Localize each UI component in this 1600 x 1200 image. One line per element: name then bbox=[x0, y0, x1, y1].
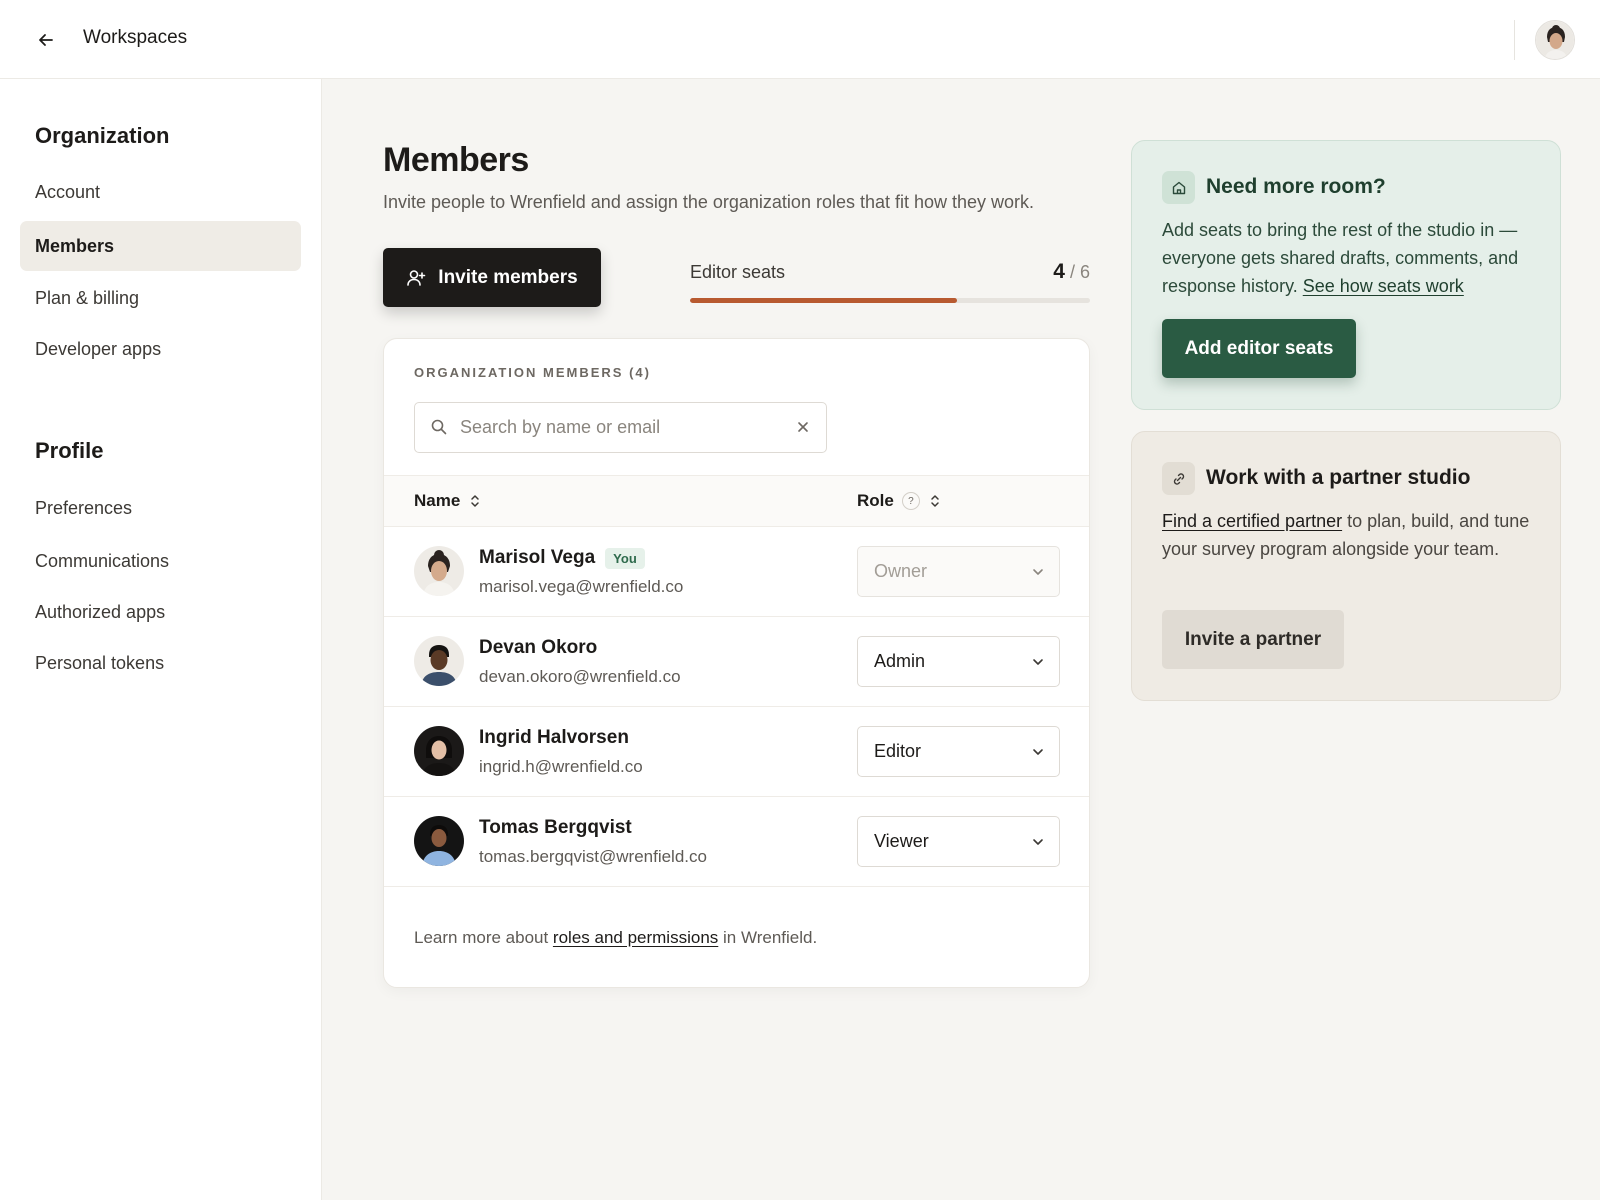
sort-icon bbox=[471, 495, 480, 507]
page-description: Invite people to Wrenfield and assign th… bbox=[383, 192, 1035, 212]
member-name-text: Ingrid Halvorsen bbox=[479, 727, 629, 748]
page-title: Members bbox=[383, 141, 529, 179]
sidebar-item-preferences[interactable]: Preferences bbox=[20, 483, 301, 533]
arrow-left-icon bbox=[39, 34, 53, 46]
sidebar-item-plan-billing[interactable]: Plan & billing bbox=[20, 273, 301, 323]
role-value: Editor bbox=[874, 741, 922, 761]
invite-members-button[interactable]: Invite members bbox=[383, 248, 601, 307]
invite-partner-button[interactable]: Invite a partner bbox=[1162, 610, 1344, 669]
member-name-text: Marisol Vega bbox=[479, 547, 596, 568]
sidebar-item-communications[interactable]: Communications bbox=[20, 536, 301, 586]
column-role-label: Role bbox=[857, 491, 894, 510]
editor-seats-progress bbox=[690, 298, 1090, 303]
user-avatar[interactable] bbox=[1535, 20, 1575, 60]
avatar bbox=[414, 636, 464, 686]
certified-partner-link[interactable]: Find a certified partner bbox=[1162, 511, 1342, 531]
help-icon[interactable]: ? bbox=[901, 492, 920, 510]
chevron-down-icon bbox=[1033, 839, 1043, 845]
members-card: ORGANIZATION MEMBERS (4) Name Role ? bbox=[383, 338, 1090, 988]
partner-title: Work with a partner studio bbox=[1206, 466, 1471, 489]
sidebar-item-personal-tokens[interactable]: Personal tokens bbox=[20, 638, 301, 688]
avatar bbox=[414, 816, 464, 866]
seats-info-link[interactable]: See how seats work bbox=[1303, 276, 1464, 296]
avatar bbox=[414, 726, 464, 776]
clear-icon[interactable] bbox=[794, 418, 812, 441]
table-row: Ingrid Halvorsen ingrid.h@wrenfield.co E… bbox=[384, 707, 1089, 797]
column-role-header[interactable]: Role ? bbox=[857, 491, 942, 511]
member-name: Devan Okoro bbox=[479, 637, 597, 659]
role-select[interactable]: Viewer bbox=[857, 816, 1060, 867]
user-plus-icon bbox=[407, 269, 426, 286]
chevron-down-icon bbox=[1033, 749, 1043, 755]
members-card-title: ORGANIZATION MEMBERS (4) bbox=[414, 365, 651, 380]
home-icon bbox=[1162, 171, 1195, 204]
editor-seats-label: Editor seats bbox=[690, 262, 786, 282]
role-select[interactable]: Editor bbox=[857, 726, 1060, 777]
invite-members-label: Invite members bbox=[438, 266, 578, 288]
section-title-profile: Profile bbox=[35, 438, 104, 463]
divider bbox=[1514, 20, 1515, 60]
table-row: Marisol Vega You marisol.vega@wrenfield.… bbox=[384, 527, 1089, 617]
sort-icon bbox=[931, 495, 939, 507]
search-icon bbox=[430, 418, 448, 441]
top-bar: Workspaces bbox=[0, 0, 1600, 79]
role-select[interactable]: Admin bbox=[857, 636, 1060, 687]
sidebar: Organization Account Members Plan & bill… bbox=[0, 79, 322, 1200]
section-title-organization: Organization bbox=[35, 123, 170, 148]
member-email: marisol.vega@wrenfield.co bbox=[479, 577, 684, 596]
roles-footer: Learn more about roles and permissions i… bbox=[414, 928, 817, 948]
sidebar-item-members[interactable]: Members bbox=[20, 221, 301, 271]
footer-prefix: Learn more about bbox=[414, 928, 553, 947]
column-name-header[interactable]: Name bbox=[414, 491, 482, 511]
more-room-panel: Need more room? Add seats to bring the r… bbox=[1131, 140, 1561, 410]
workspace-title: Workspaces bbox=[83, 27, 188, 48]
partner-panel: Work with a partner studio Find a certif… bbox=[1131, 431, 1561, 701]
editor-seats-count: 4 / 6 bbox=[970, 260, 1090, 284]
table-header: Name Role ? bbox=[384, 475, 1089, 527]
search-input[interactable] bbox=[460, 405, 780, 450]
link-icon bbox=[1162, 462, 1195, 495]
you-badge: You bbox=[605, 547, 645, 569]
role-select: Owner bbox=[857, 546, 1060, 597]
member-name-text: Devan Okoro bbox=[479, 637, 598, 658]
column-name-label: Name bbox=[414, 491, 461, 510]
member-name: Tomas Bergqvist bbox=[479, 817, 632, 839]
partner-body: Find a certified partner to plan, build,… bbox=[1162, 507, 1542, 563]
sidebar-item-account[interactable]: Account bbox=[20, 167, 301, 217]
member-email: ingrid.h@wrenfield.co bbox=[479, 757, 643, 776]
member-name-text: Tomas Bergqvist bbox=[479, 817, 632, 838]
more-room-title: Need more room? bbox=[1206, 175, 1386, 198]
seats-total: / 6 bbox=[1069, 262, 1090, 282]
sidebar-item-developer-apps[interactable]: Developer apps bbox=[20, 324, 301, 374]
member-email: tomas.bergqvist@wrenfield.co bbox=[479, 847, 707, 866]
back-button[interactable] bbox=[30, 24, 62, 56]
sidebar-item-authorized-apps[interactable]: Authorized apps bbox=[20, 587, 301, 637]
more-room-body: Add seats to bring the rest of the studi… bbox=[1162, 216, 1542, 300]
member-name: Ingrid Halvorsen bbox=[479, 727, 629, 749]
chevron-down-icon bbox=[1033, 569, 1043, 575]
seats-used: 4 bbox=[1053, 260, 1065, 283]
table-row: Devan Okoro devan.okoro@wrenfield.co Adm… bbox=[384, 617, 1089, 707]
table-row: Tomas Bergqvist tomas.bergqvist@wrenfiel… bbox=[384, 797, 1089, 887]
role-value: Owner bbox=[874, 561, 928, 581]
roles-permissions-link[interactable]: roles and permissions bbox=[553, 928, 718, 947]
member-name: Marisol Vega You bbox=[479, 547, 645, 569]
add-editor-seats-button[interactable]: Add editor seats bbox=[1162, 319, 1356, 378]
footer-suffix: in Wrenfield. bbox=[718, 928, 818, 947]
role-value: Viewer bbox=[874, 831, 929, 851]
editor-seats-progress-fill bbox=[690, 298, 957, 303]
search-field bbox=[414, 402, 827, 453]
chevron-down-icon bbox=[1033, 659, 1043, 665]
member-email: devan.okoro@wrenfield.co bbox=[479, 667, 681, 686]
avatar bbox=[414, 546, 464, 596]
role-value: Admin bbox=[874, 651, 926, 671]
